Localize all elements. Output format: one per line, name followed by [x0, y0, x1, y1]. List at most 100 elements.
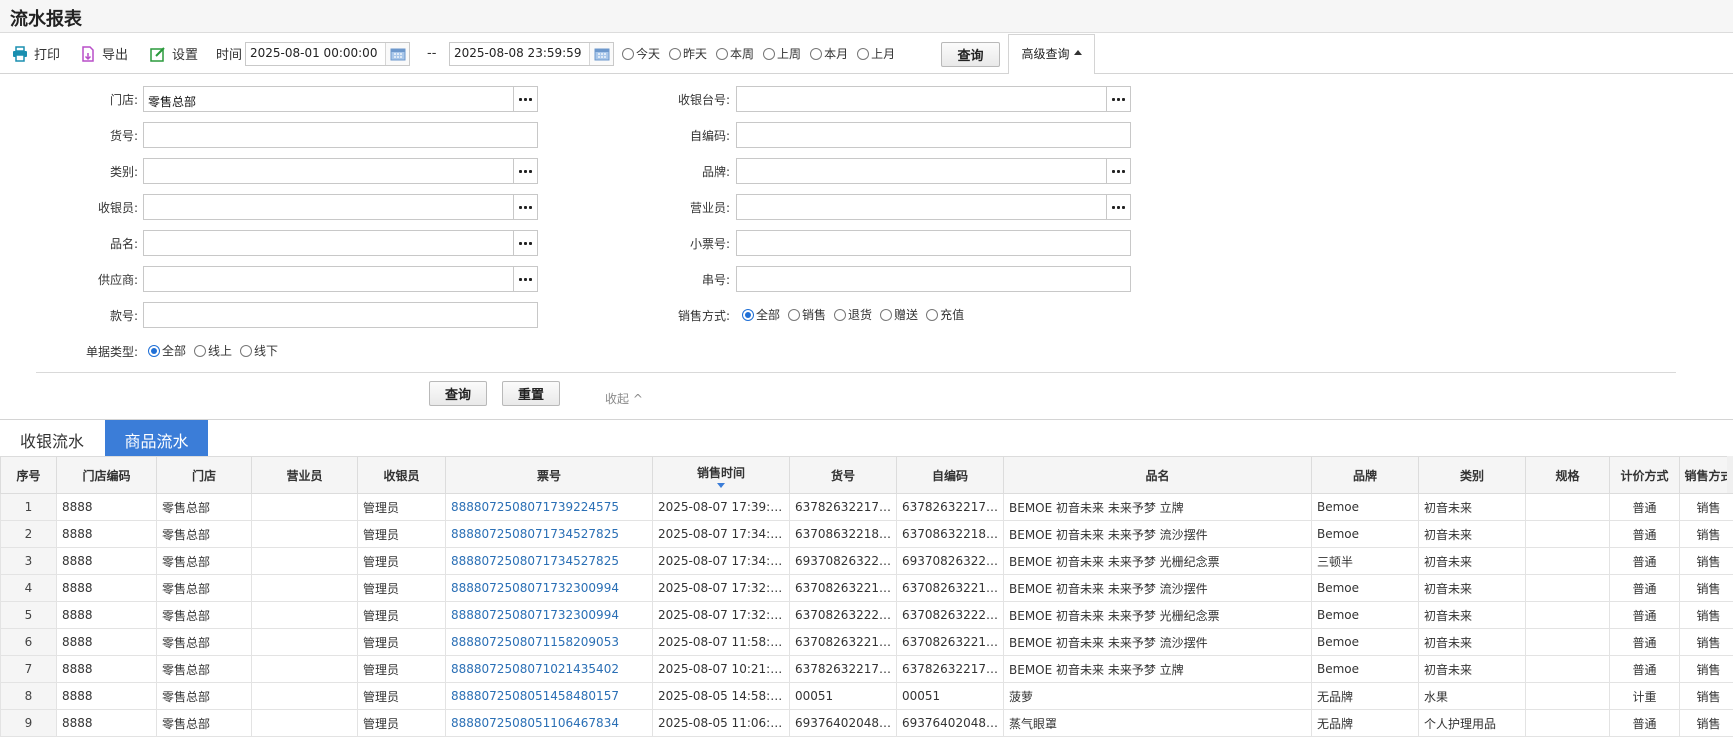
col-header[interactable]: 收银员: [357, 456, 446, 494]
col-header[interactable]: 序号: [0, 456, 57, 494]
serial-no-field[interactable]: [736, 266, 1131, 292]
register-field[interactable]: [736, 86, 1131, 112]
table-row[interactable]: 9 8888 零售总部 管理员 8888072508051106467834 2025-0…: [0, 709, 1733, 737]
calendar-icon[interactable]: [589, 43, 613, 65]
range-yesterday[interactable]: 昨天: [669, 45, 707, 62]
tab-product-flow[interactable]: 商品流水: [105, 420, 208, 459]
receipt-link[interactable]: 8888072508071734527825: [445, 547, 653, 575]
col-header-sorted[interactable]: 销售时间: [652, 456, 790, 494]
more-icon[interactable]: [513, 195, 537, 219]
table-row[interactable]: 6 8888 零售总部 管理员 8888072508071158209053 2025-0…: [0, 628, 1733, 656]
col-header[interactable]: 营业员: [251, 456, 358, 494]
range-label: 本周: [730, 47, 755, 61]
table-row[interactable]: 7 8888 零售总部 管理员 8888072508071021435402 2025-0…: [0, 655, 1733, 683]
receipt-link[interactable]: 8888072508051458480157: [445, 682, 653, 710]
range-this-month[interactable]: 本月: [810, 45, 848, 62]
self-code-field[interactable]: [736, 122, 1131, 148]
more-icon[interactable]: [1106, 87, 1130, 111]
tab-cash-flow[interactable]: 收银流水: [0, 420, 104, 459]
sale-mode-recharge[interactable]: 充值: [926, 306, 964, 323]
col-header[interactable]: 规格: [1525, 456, 1610, 494]
table-cell: 零售总部: [156, 574, 252, 602]
table-cell: 637082632221...: [896, 601, 1004, 629]
filter-query-button[interactable]: 查询: [429, 381, 487, 406]
collapse-link[interactable]: 收起 ^: [605, 390, 643, 407]
table-cell: [1525, 709, 1610, 737]
radio-icon: [240, 345, 253, 357]
table-row[interactable]: 1 8888 零售总部 管理员 888807250807173922457​5 2025-…: [0, 493, 1733, 521]
store-field[interactable]: 零售总部: [143, 86, 538, 112]
receipt-link[interactable]: 8888072508071158209053: [445, 628, 653, 656]
range-label: 上周: [777, 47, 802, 61]
table-row[interactable]: 3 8888 零售总部 管理员 8888072508071734527825 2025-0…: [0, 547, 1733, 575]
receipt-link[interactable]: 8888072508071734527825: [445, 520, 653, 548]
more-icon[interactable]: [513, 87, 537, 111]
table-cell: [251, 709, 358, 737]
col-header[interactable]: 货号: [789, 456, 897, 494]
more-icon[interactable]: [513, 231, 537, 255]
col-header[interactable]: 类别: [1418, 456, 1526, 494]
sale-mode-sale[interactable]: 销售: [788, 306, 826, 323]
col-header[interactable]: 品牌: [1311, 456, 1419, 494]
table-cell: 管理员: [357, 493, 446, 521]
item-no-field[interactable]: [143, 122, 538, 148]
date-to-input[interactable]: 2025-08-08 23:59:59: [449, 42, 614, 66]
reset-button[interactable]: 重置: [502, 381, 560, 406]
table-cell: [1525, 682, 1610, 710]
more-icon[interactable]: [513, 267, 537, 291]
col-header[interactable]: 品名: [1003, 456, 1312, 494]
col-header[interactable]: 门店: [156, 456, 252, 494]
receipt-link[interactable]: 8888072508051106467834: [445, 709, 653, 737]
scrollbar[interactable]: [1727, 456, 1733, 493]
table-cell: 8888: [56, 655, 157, 683]
receipt-link[interactable]: 8888072508071732300994: [445, 574, 653, 602]
col-header[interactable]: 销售方式: [1679, 456, 1733, 494]
supplier-field[interactable]: [143, 266, 538, 292]
sale-mode-return[interactable]: 退货: [834, 306, 872, 323]
receipt-link[interactable]: 8888072508071021435402: [445, 655, 653, 683]
range-this-week[interactable]: 本周: [716, 45, 754, 62]
table-cell: 销售: [1679, 547, 1733, 575]
more-icon[interactable]: [1106, 159, 1130, 183]
query-button[interactable]: 查询: [941, 42, 1000, 67]
brand-field[interactable]: [736, 158, 1131, 184]
table-row[interactable]: 8 8888 零售总部 管理员 8888072508051458480157 2025-0…: [0, 682, 1733, 710]
table-cell: Bemoe: [1311, 574, 1419, 602]
receipt-no-field[interactable]: [736, 230, 1131, 256]
receipt-link[interactable]: 888807250807173922457​5: [445, 493, 653, 521]
col-header[interactable]: 门店编码: [56, 456, 157, 494]
doc-type-all[interactable]: 全部: [148, 342, 186, 359]
cashier-field[interactable]: [143, 194, 538, 220]
advanced-query-toggle[interactable]: 高级查询: [1008, 34, 1095, 75]
range-last-week[interactable]: 上周: [763, 45, 801, 62]
export-button[interactable]: 导出: [80, 33, 128, 74]
receipt-link[interactable]: 8888072508071732300994: [445, 601, 653, 629]
table-row[interactable]: 4 8888 零售总部 管理员 8888072508071732300994 2025-0…: [0, 574, 1733, 602]
table-cell: 普通: [1609, 655, 1680, 683]
print-button[interactable]: 打印: [12, 33, 60, 74]
salesperson-field[interactable]: [736, 194, 1131, 220]
table-row[interactable]: 5 8888 零售总部 管理员 8888072508071732300994 2025-0…: [0, 601, 1733, 629]
date-from-input[interactable]: 2025-08-01 00:00:00: [245, 42, 410, 66]
sale-mode-gift[interactable]: 赠送: [880, 306, 918, 323]
table-cell: 2025-08-07 11:58:20: [652, 628, 790, 656]
style-no-field[interactable]: [143, 302, 538, 328]
col-header[interactable]: 自编码: [896, 456, 1004, 494]
doc-type-offline[interactable]: 线下: [240, 342, 278, 359]
category-field[interactable]: [143, 158, 538, 184]
product-name-field[interactable]: [143, 230, 538, 256]
col-header[interactable]: 计价方式: [1609, 456, 1680, 494]
range-last-month[interactable]: 上月: [857, 45, 895, 62]
doc-type-online[interactable]: 线上: [194, 342, 232, 359]
table-cell: 8888: [56, 520, 157, 548]
more-icon[interactable]: [513, 159, 537, 183]
settings-button[interactable]: 设置: [150, 33, 198, 74]
col-header[interactable]: 票号: [445, 456, 653, 494]
table-cell: [1525, 520, 1610, 548]
sale-mode-all[interactable]: 全部: [742, 306, 780, 323]
table-row[interactable]: 2 8888 零售总部 管理员 8888072508071734527825 2025-0…: [0, 520, 1733, 548]
range-today[interactable]: 今天: [622, 45, 660, 62]
table-cell: BEMOE 初音未来 未来予梦 光栅纪念票: [1003, 547, 1312, 575]
more-icon[interactable]: [1106, 195, 1130, 219]
calendar-icon[interactable]: [385, 43, 409, 65]
